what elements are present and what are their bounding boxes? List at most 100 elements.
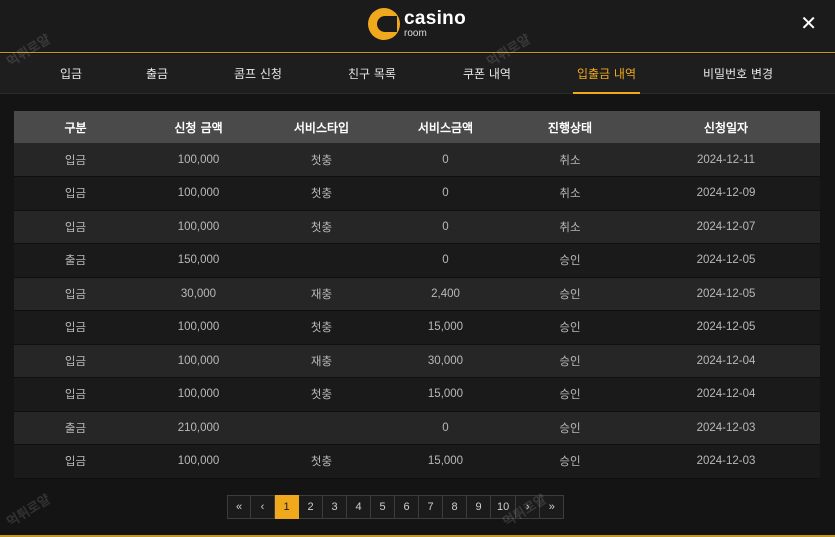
cell-type: 입금 bbox=[14, 210, 137, 244]
cell-status: 취소 bbox=[508, 176, 632, 211]
cell-service-amount: 2,400 bbox=[383, 277, 508, 311]
cell-service-type bbox=[260, 243, 383, 278]
cell-amount: 100,000 bbox=[137, 377, 260, 412]
cell-type: 입금 bbox=[14, 277, 137, 311]
cell-service-type: 재충 bbox=[260, 344, 383, 378]
page-button-3[interactable]: 3 bbox=[323, 495, 347, 519]
cell-service-type bbox=[260, 411, 383, 445]
page-button-1[interactable]: 1 bbox=[275, 495, 299, 519]
cell-date: 2024-12-05 bbox=[632, 310, 820, 345]
table-row: 입금 30,000 재충 2,400 승인 2024-12-05 bbox=[14, 277, 820, 311]
table-row: 입금 100,000 첫충 15,000 승인 2024-12-05 bbox=[14, 310, 820, 345]
page-button-7[interactable]: 7 bbox=[419, 495, 443, 519]
column-header-date: 신청일자 bbox=[632, 111, 820, 143]
table-row: 출금 210,000 0 승인 2024-12-03 bbox=[14, 411, 820, 445]
casino-room-logo: casino room bbox=[368, 8, 466, 40]
cell-status: 승인 bbox=[508, 310, 632, 345]
first-page-button[interactable]: « bbox=[227, 495, 251, 519]
tab-comp-request[interactable]: 콤프 신청 bbox=[234, 54, 282, 94]
page-button-8[interactable]: 8 bbox=[443, 495, 467, 519]
table-row: 입금 100,000 재충 30,000 승인 2024-12-04 bbox=[14, 344, 820, 378]
cell-type: 입금 bbox=[14, 444, 137, 479]
page-button-4[interactable]: 4 bbox=[347, 495, 371, 519]
table-row: 입금 100,000 첫충 15,000 승인 2024-12-03 bbox=[14, 444, 820, 479]
cell-date: 2024-12-04 bbox=[632, 377, 820, 412]
page-button-6[interactable]: 6 bbox=[395, 495, 419, 519]
cell-amount: 30,000 bbox=[137, 277, 260, 311]
logo-text: casino room bbox=[404, 9, 466, 39]
close-button[interactable]: ✕ bbox=[800, 13, 817, 33]
cell-type: 입금 bbox=[14, 143, 137, 177]
table-row: 입금 100,000 첫충 15,000 승인 2024-12-04 bbox=[14, 377, 820, 412]
column-header-amount: 신청 금액 bbox=[137, 111, 260, 143]
cell-type: 입금 bbox=[14, 377, 137, 412]
cell-date: 2024-12-03 bbox=[632, 411, 820, 445]
table-row: 입금 100,000 첫충 0 취소 2024-12-11 bbox=[14, 143, 820, 177]
cell-service-type: 첫충 bbox=[260, 210, 383, 244]
cell-amount: 100,000 bbox=[137, 210, 260, 244]
cell-amount: 100,000 bbox=[137, 344, 260, 378]
cell-service-amount: 0 bbox=[383, 243, 508, 278]
cell-service-amount: 0 bbox=[383, 176, 508, 211]
cell-service-type: 재충 bbox=[260, 277, 383, 311]
cell-date: 2024-12-04 bbox=[632, 344, 820, 378]
cell-amount: 150,000 bbox=[137, 243, 260, 278]
cell-date: 2024-12-05 bbox=[632, 277, 820, 311]
cell-date: 2024-12-07 bbox=[632, 210, 820, 244]
column-header-status: 진행상태 bbox=[508, 111, 632, 143]
cell-date: 2024-12-05 bbox=[632, 243, 820, 278]
cell-type: 입금 bbox=[14, 176, 137, 211]
cell-service-type: 첫충 bbox=[260, 377, 383, 412]
cell-status: 승인 bbox=[508, 344, 632, 378]
cell-type: 출금 bbox=[14, 243, 137, 278]
table-row: 입금 100,000 첫충 0 취소 2024-12-07 bbox=[14, 210, 820, 244]
cell-date: 2024-12-09 bbox=[632, 176, 820, 211]
transaction-table: 구분 신청 금액 서비스타입 서비스금액 진행상태 신청일자 입금 100,000… bbox=[14, 111, 820, 479]
cell-service-amount: 30,000 bbox=[383, 344, 508, 378]
cell-amount: 100,000 bbox=[137, 444, 260, 479]
modal-header: casino room ✕ bbox=[0, 0, 835, 53]
cell-service-type: 첫충 bbox=[260, 176, 383, 211]
tab-withdraw[interactable]: 출금 bbox=[146, 54, 168, 94]
watermark: 먹튀로얄 bbox=[4, 492, 54, 531]
cell-status: 승인 bbox=[508, 411, 632, 445]
cell-service-amount: 0 bbox=[383, 210, 508, 244]
tab-bar: 입금 출금 콤프 신청 친구 목록 쿠폰 내역 입출금 내역 비밀번호 변경 bbox=[0, 54, 835, 94]
page-button-2[interactable]: 2 bbox=[299, 495, 323, 519]
cell-service-type: 첫충 bbox=[260, 310, 383, 345]
column-header-service-amount: 서비스금액 bbox=[383, 111, 508, 143]
cell-service-amount: 15,000 bbox=[383, 310, 508, 345]
cell-status: 승인 bbox=[508, 444, 632, 479]
cell-service-amount: 0 bbox=[383, 411, 508, 445]
cell-status: 취소 bbox=[508, 210, 632, 244]
cell-type: 출금 bbox=[14, 411, 137, 445]
column-header-type: 구분 bbox=[14, 111, 137, 143]
cell-amount: 100,000 bbox=[137, 310, 260, 345]
table-row: 출금 150,000 0 승인 2024-12-05 bbox=[14, 243, 820, 278]
table-header-row: 구분 신청 금액 서비스타입 서비스금액 진행상태 신청일자 bbox=[14, 111, 820, 143]
cell-service-amount: 15,000 bbox=[383, 377, 508, 412]
logo-main-text: casino bbox=[404, 8, 466, 29]
cell-service-amount: 15,000 bbox=[383, 444, 508, 479]
cell-status: 승인 bbox=[508, 277, 632, 311]
cell-amount: 100,000 bbox=[137, 143, 260, 177]
cell-status: 취소 bbox=[508, 143, 632, 177]
tab-change-password[interactable]: 비밀번호 변경 bbox=[703, 54, 773, 94]
tab-transaction-history[interactable]: 입출금 내역 bbox=[572, 54, 641, 94]
cell-type: 입금 bbox=[14, 310, 137, 345]
cell-amount: 210,000 bbox=[137, 411, 260, 445]
cell-status: 승인 bbox=[508, 377, 632, 412]
tab-deposit[interactable]: 입금 bbox=[60, 54, 82, 94]
column-header-service-type: 서비스타입 bbox=[260, 111, 383, 143]
page-button-9[interactable]: 9 bbox=[467, 495, 491, 519]
logo-c-icon bbox=[368, 8, 400, 40]
cell-type: 입금 bbox=[14, 344, 137, 378]
table-row: 입금 100,000 첫충 0 취소 2024-12-09 bbox=[14, 176, 820, 211]
cell-date: 2024-12-11 bbox=[632, 143, 820, 177]
prev-page-button[interactable]: ‹ bbox=[251, 495, 275, 519]
cell-status: 승인 bbox=[508, 243, 632, 278]
cell-date: 2024-12-03 bbox=[632, 444, 820, 479]
cell-service-amount: 0 bbox=[383, 143, 508, 177]
tab-friend-list[interactable]: 친구 목록 bbox=[348, 54, 396, 94]
page-button-5[interactable]: 5 bbox=[371, 495, 395, 519]
